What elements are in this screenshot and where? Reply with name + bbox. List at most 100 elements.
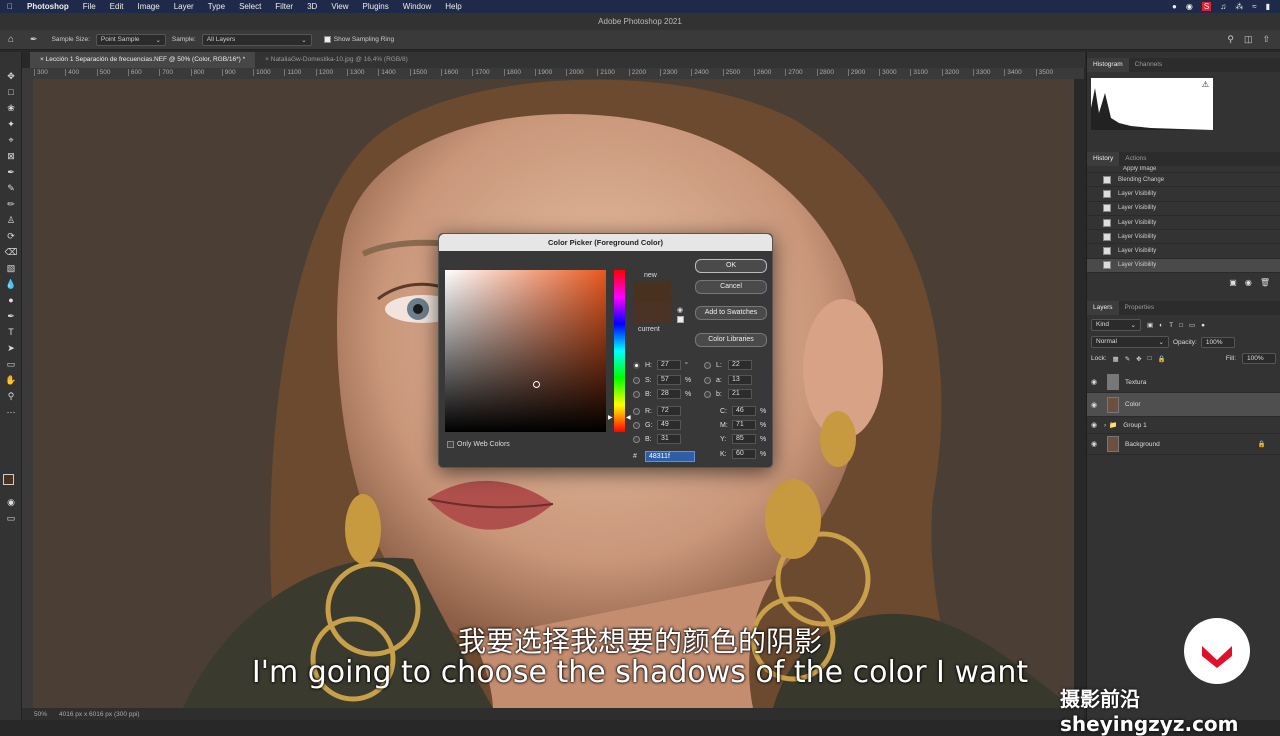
hand-tool-icon[interactable]: ✋	[0, 372, 22, 388]
color-field-cursor[interactable]	[533, 381, 540, 388]
add-to-swatches-button[interactable]: Add to Swatches	[695, 306, 767, 320]
blue-input[interactable]: 31	[657, 434, 681, 444]
share-button-icon[interactable]: ⇧	[1262, 34, 1270, 45]
s-radio[interactable]	[633, 376, 640, 384]
lab-b-input[interactable]: 21	[728, 389, 752, 399]
shape-tool-icon[interactable]: ▭	[0, 356, 22, 372]
battery-icon[interactable]: ▮	[1266, 2, 1270, 11]
lock-artboard-icon[interactable]: □	[1148, 355, 1152, 362]
menu-filter[interactable]: Filter	[268, 2, 300, 11]
history-item[interactable]: Apply Image	[1087, 166, 1280, 173]
gamut-warning-icon[interactable]: ◉	[677, 306, 683, 314]
color-libraries-button[interactable]: Color Libraries	[695, 333, 767, 347]
history-item[interactable]: Layer Visibility	[1087, 202, 1280, 216]
tab-properties[interactable]: Properties	[1119, 301, 1161, 315]
brush-tool-icon[interactable]: ✏	[0, 196, 22, 212]
filter-adjustment-icon[interactable]: ◐	[1159, 322, 1163, 329]
quick-select-tool-icon[interactable]: ✦	[0, 116, 22, 132]
gradient-tool-icon[interactable]: ▧	[0, 260, 22, 276]
path-select-icon[interactable]: ➤	[0, 340, 22, 356]
g-input[interactable]: 49	[657, 420, 681, 430]
menu-file[interactable]: File	[76, 2, 103, 11]
menu-window[interactable]: Window	[396, 2, 438, 11]
search-icon[interactable]: ⚲	[1227, 34, 1234, 45]
history-item-current[interactable]: Layer Visibility	[1087, 258, 1280, 274]
blue-radio[interactable]	[633, 435, 640, 443]
history-item[interactable]: Layer Visibility	[1087, 244, 1280, 259]
dodge-tool-icon[interactable]: ●	[0, 292, 22, 308]
history-item[interactable]: Layer Visibility	[1087, 187, 1280, 202]
record-icon[interactable]: ●	[1172, 2, 1177, 11]
sample-select[interactable]: All Layers ⌄	[201, 33, 312, 46]
l-input[interactable]: 22	[728, 360, 752, 370]
history-item[interactable]: Layer Visibility	[1087, 230, 1280, 245]
history-item[interactable]: Layer Visibility	[1087, 216, 1280, 231]
y-input[interactable]: 85	[732, 434, 756, 444]
opacity-input[interactable]: 100%	[1200, 336, 1235, 348]
chevron-right-icon[interactable]: ›	[1104, 422, 1106, 429]
pen-tool-icon[interactable]: ✒	[0, 308, 22, 324]
filter-shape-icon[interactable]: □	[1179, 322, 1183, 329]
m-input[interactable]: 71	[732, 420, 756, 430]
blend-mode-select[interactable]: Normal ⌄	[1091, 336, 1169, 348]
r-input[interactable]: 72	[657, 406, 681, 416]
eraser-tool-icon[interactable]: ⌫	[0, 244, 22, 260]
current-color-swatch[interactable]	[633, 302, 671, 323]
brightness-radio[interactable]	[633, 390, 640, 398]
a-input[interactable]: 13	[728, 375, 752, 385]
layer-row[interactable]: ◉ Background 🔒	[1087, 434, 1280, 455]
g-radio[interactable]	[633, 421, 640, 429]
more-tools-icon[interactable]: ⋯	[0, 404, 22, 420]
lock-transparency-icon[interactable]: ▦	[1113, 355, 1119, 363]
lab-b-radio[interactable]	[704, 390, 711, 398]
layer-row-selected[interactable]: ◉ Color	[1087, 393, 1280, 417]
menu-view[interactable]: View	[324, 2, 355, 11]
foreground-color-swatch[interactable]	[3, 474, 14, 485]
eye-icon[interactable]: ◉	[1087, 421, 1101, 429]
filter-pixel-icon[interactable]: ▣	[1147, 321, 1153, 329]
h-radio[interactable]	[633, 361, 640, 369]
menu-image[interactable]: Image	[130, 2, 166, 11]
zoom-level[interactable]: 50%	[34, 711, 47, 718]
brightness-input[interactable]: 28	[657, 389, 681, 399]
ok-button[interactable]: OK	[695, 259, 767, 273]
color-field[interactable]	[445, 270, 606, 432]
menu-layer[interactable]: Layer	[167, 2, 201, 11]
s-app-icon[interactable]: S	[1201, 2, 1212, 11]
workspace-icon[interactable]: ◫	[1244, 34, 1253, 45]
ruler-horizontal[interactable]: 300 400 500 600 700 800 900 1000 1100 1200 1300 140…	[22, 68, 1084, 79]
eyedropper-icon[interactable]: ✒	[0, 164, 22, 180]
clone-stamp-icon[interactable]: ♙	[0, 212, 22, 228]
healing-brush-icon[interactable]: ✎	[0, 180, 22, 196]
r-radio[interactable]	[633, 407, 640, 415]
tab-histogram[interactable]: Histogram	[1087, 58, 1129, 72]
kind-filter-select[interactable]: Kind ⌄	[1091, 319, 1141, 331]
frame-tool-icon[interactable]: ⊠	[0, 148, 22, 164]
lasso-tool-icon[interactable]: ❀	[0, 100, 22, 116]
filter-toggle-icon[interactable]: ●	[1201, 322, 1205, 329]
lock-all-icon[interactable]: 🔒	[1158, 355, 1166, 363]
layer-row[interactable]: ◉ Textura	[1087, 372, 1280, 393]
menu-3d[interactable]: 3D	[300, 2, 324, 11]
home-icon[interactable]: ⌂	[8, 34, 14, 45]
cancel-button[interactable]: Cancel	[695, 280, 767, 294]
new-document-icon[interactable]: ▣	[1229, 278, 1237, 287]
menu-help[interactable]: Help	[438, 2, 468, 11]
tab-leccion[interactable]: × Lección 1 Separación de frecuencias.NE…	[30, 52, 256, 68]
tab-history[interactable]: History	[1087, 152, 1120, 166]
c-input[interactable]: 46	[732, 406, 756, 416]
hue-slider-handle-right-icon[interactable]: ◀	[626, 414, 631, 421]
tab-channels[interactable]: Channels	[1129, 58, 1168, 72]
move-tool-icon[interactable]: ✥	[0, 68, 22, 84]
quick-mask-icon[interactable]: ◉	[0, 494, 22, 510]
k-input[interactable]: 60	[732, 449, 756, 459]
blur-tool-icon[interactable]: 💧	[0, 276, 22, 292]
ruler-vertical[interactable]	[22, 79, 33, 708]
only-web-colors-checkbox[interactable]: Only Web Colors	[447, 441, 510, 448]
hue-slider-handle-icon[interactable]: ▶	[608, 414, 613, 421]
a-radio[interactable]	[704, 376, 711, 384]
warning-icon[interactable]: ⚠	[1202, 80, 1209, 89]
sample-size-select[interactable]: Point Sample ⌄	[95, 33, 166, 46]
filter-type-icon[interactable]: T	[1169, 322, 1173, 329]
tab-natalia[interactable]: × NataliaGw-Domestika-10.jpg @ 16,4% (RG…	[255, 52, 418, 68]
